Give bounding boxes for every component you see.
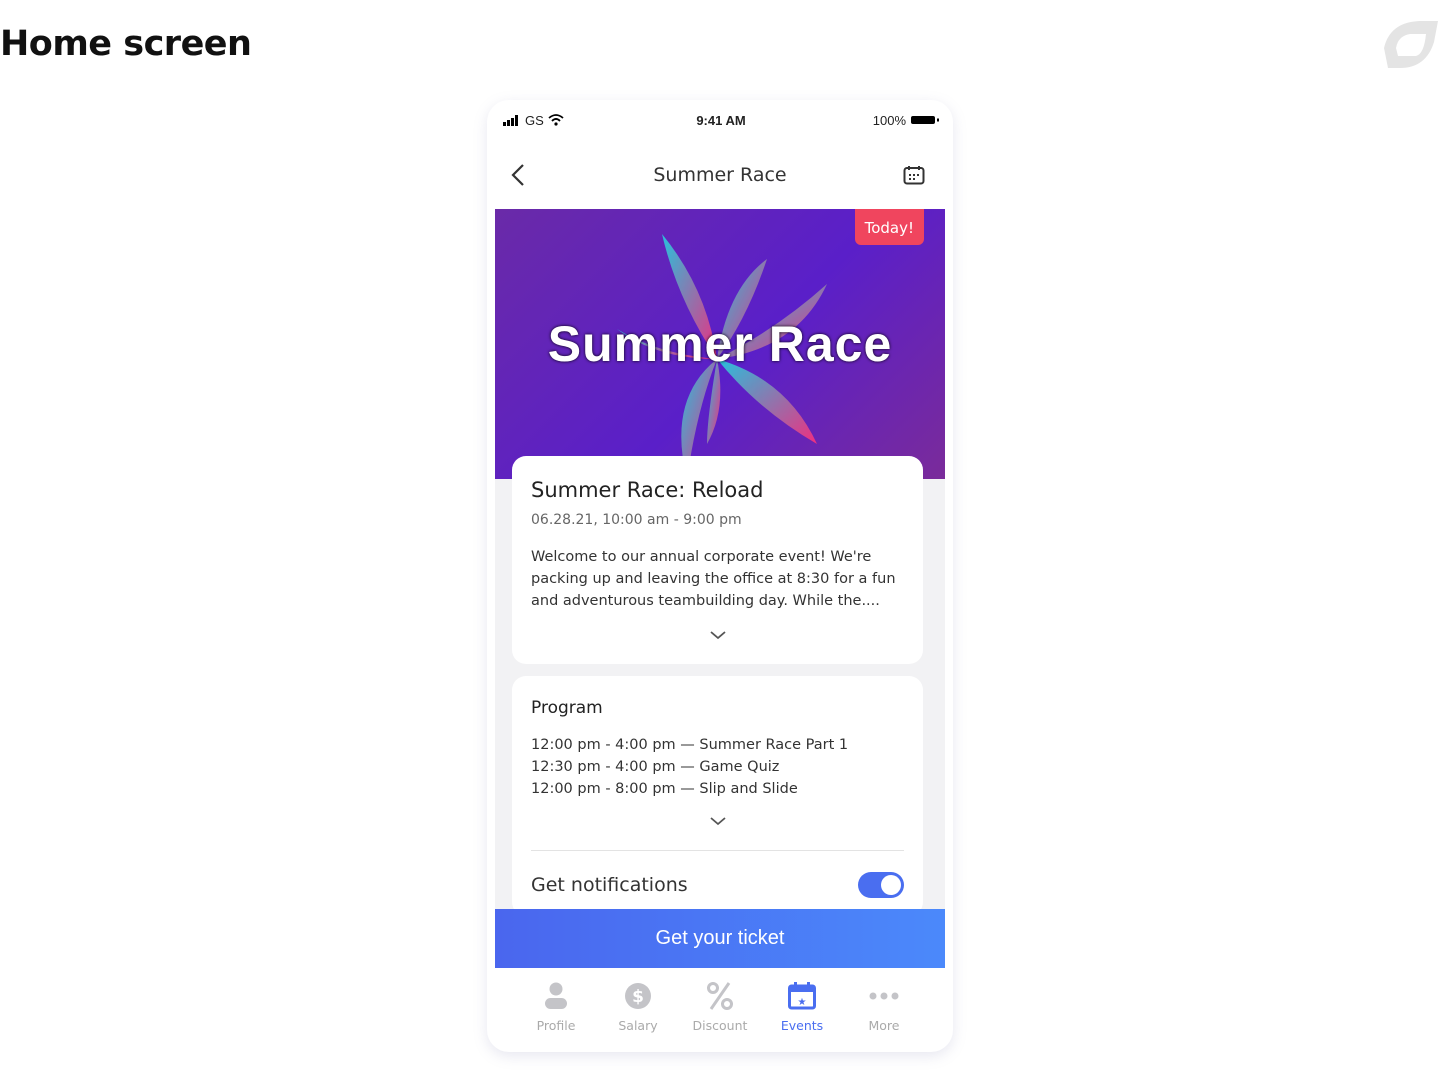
expand-chevron-icon[interactable] bbox=[709, 816, 727, 826]
calendar-icon[interactable] bbox=[903, 165, 925, 185]
tab-label: More bbox=[868, 1018, 900, 1033]
tab-profile[interactable]: Profile bbox=[521, 978, 591, 1033]
program-card: Program 12:00 pm - 4:00 pm — Summer Race… bbox=[512, 676, 923, 916]
wifi-icon bbox=[548, 114, 564, 126]
svg-text:★: ★ bbox=[798, 997, 807, 1008]
banner-wordmark: Summer Race bbox=[547, 316, 893, 372]
back-icon[interactable] bbox=[511, 163, 525, 187]
dollar-icon: $ bbox=[625, 983, 651, 1009]
more-icon bbox=[869, 992, 899, 1000]
nav-bar: Summer Race bbox=[487, 155, 953, 195]
tab-label: Salary bbox=[618, 1018, 658, 1033]
today-badge: Today! bbox=[854, 209, 924, 245]
brand-logo-icon bbox=[1384, 21, 1438, 68]
carrier: GS bbox=[525, 112, 544, 128]
clock: 9:41 AM bbox=[696, 112, 746, 128]
notifications-toggle[interactable] bbox=[858, 872, 904, 898]
tab-label: Discount bbox=[692, 1018, 748, 1033]
person-icon bbox=[545, 982, 567, 1009]
svg-text:$: $ bbox=[632, 987, 644, 1007]
tab-label: Events bbox=[780, 1018, 824, 1033]
event-date: 06.28.21, 10:00 am - 9:00 pm bbox=[531, 512, 742, 528]
program-item: 12:00 pm - 4:00 pm — Summer Race Part 1 bbox=[531, 737, 849, 753]
battery-percent: 100% bbox=[872, 112, 906, 128]
get-ticket-button[interactable]: Get your ticket bbox=[495, 909, 945, 968]
notifications-label: Get notifications bbox=[531, 874, 688, 896]
tab-discount[interactable]: Discount bbox=[685, 978, 755, 1033]
phone-frame: GS 9:41 AM 100% Summer Race Summer Race … bbox=[487, 100, 953, 1052]
signal-icon bbox=[503, 114, 518, 126]
nav-title: Summer Race bbox=[653, 164, 787, 186]
tab-more[interactable]: More bbox=[849, 978, 919, 1033]
tab-events[interactable]: ★ Events bbox=[767, 978, 837, 1033]
event-banner: Summer Race bbox=[495, 209, 945, 479]
event-description: Welcome to our annual corporate event! W… bbox=[531, 549, 896, 609]
event-details-card: Summer Race: Reload 06.28.21, 10:00 am -… bbox=[512, 456, 923, 664]
notifications-row: Get notifications bbox=[531, 872, 904, 898]
calendar-star-icon: ★ bbox=[788, 982, 816, 1010]
tab-label: Profile bbox=[536, 1018, 576, 1033]
program-item: 12:30 pm - 4:00 pm — Game Quiz bbox=[531, 759, 780, 775]
program-title: Program bbox=[531, 698, 603, 718]
page-title: Home screen bbox=[0, 24, 252, 64]
expand-chevron-icon[interactable] bbox=[709, 630, 727, 640]
event-title: Summer Race: Reload bbox=[531, 478, 764, 502]
battery-icon bbox=[911, 116, 939, 124]
percent-icon bbox=[707, 982, 733, 1010]
tab-salary[interactable]: $ Salary bbox=[603, 978, 673, 1033]
tab-bar: Profile $ Salary Discount ★ Events More bbox=[495, 978, 945, 1033]
status-bar: GS 9:41 AM 100% bbox=[503, 110, 939, 130]
divider bbox=[531, 850, 904, 851]
program-item: 12:00 pm - 8:00 pm — Slip and Slide bbox=[531, 781, 798, 797]
